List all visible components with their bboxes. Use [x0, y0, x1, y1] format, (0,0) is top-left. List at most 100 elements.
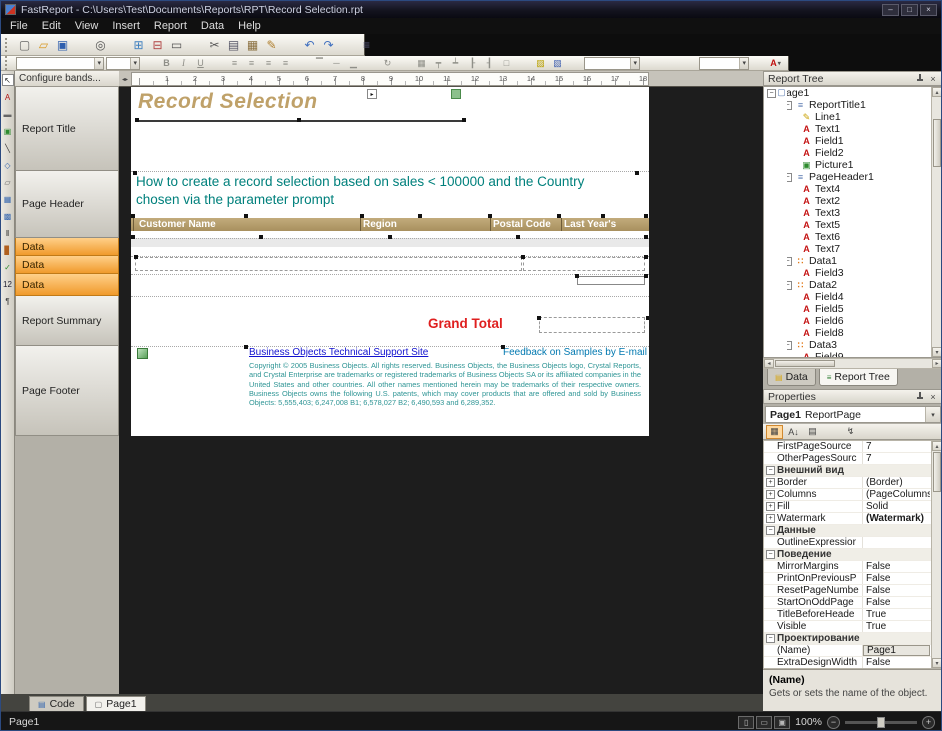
property-row[interactable]: +Watermark(Watermark): [764, 513, 942, 525]
tree-node[interactable]: Text6: [764, 231, 942, 243]
field-placeholder[interactable]: [523, 257, 645, 271]
zoom-in-button[interactable]: +: [922, 716, 935, 729]
band-header[interactable]: Page Footer: [15, 346, 119, 436]
right-border-button[interactable]: ┨: [481, 57, 498, 70]
selection-handle[interactable]: [488, 214, 492, 218]
align-left-button[interactable]: ≡: [226, 57, 243, 70]
band-header[interactable]: Report Title: [15, 87, 119, 171]
selection-handle[interactable]: [418, 214, 422, 218]
tree-node[interactable]: Field6: [764, 315, 942, 327]
property-row[interactable]: StartOnOddPageFalse: [764, 597, 942, 609]
field-placeholder[interactable]: [135, 257, 522, 271]
property-row[interactable]: OtherPagesSourc7: [764, 453, 942, 465]
property-row[interactable]: PrintOnPreviousPFalse: [764, 573, 942, 585]
property-row[interactable]: (Name)Page1: [764, 645, 942, 657]
zoom-100-button[interactable]: ▣: [774, 716, 790, 729]
property-value[interactable]: Solid: [863, 501, 930, 512]
selection-handle[interactable]: [135, 118, 139, 122]
chart-object-tool[interactable]: ▊: [2, 244, 14, 256]
tree-node[interactable]: −Data3: [764, 339, 942, 351]
property-value[interactable]: True: [863, 609, 930, 620]
property-row[interactable]: +Border(Border): [764, 477, 942, 489]
line-object-tool[interactable]: ╲: [2, 142, 14, 154]
selection-handle[interactable]: [131, 235, 135, 239]
align-right-button[interactable]: ≡: [260, 57, 277, 70]
copyright-text[interactable]: Copyright © 2005 Business Objects. All r…: [249, 361, 641, 407]
save-button[interactable]: ▣: [53, 36, 72, 54]
property-value[interactable]: Page1: [863, 645, 930, 656]
paste-button[interactable]: ▦: [243, 36, 262, 54]
property-value[interactable]: False: [863, 573, 930, 584]
tree-node[interactable]: −Data2: [764, 279, 942, 291]
tree-node[interactable]: Text1: [764, 123, 942, 135]
combo-arrow-icon[interactable]: ▾: [925, 407, 940, 422]
selection-handle[interactable]: [133, 171, 137, 175]
report-title-text[interactable]: Record Selection: [138, 90, 318, 114]
property-row[interactable]: ResetPageNumbeFalse: [764, 585, 942, 597]
valign-top-button[interactable]: ▔: [311, 57, 328, 70]
band-tool[interactable]: ▬: [2, 108, 14, 120]
close-button[interactable]: ×: [920, 4, 937, 16]
tree-node[interactable]: Text5: [764, 219, 942, 231]
tree-node[interactable]: Picture1: [764, 159, 942, 171]
document-tab[interactable]: Page1: [86, 696, 146, 711]
preview-button[interactable]: ◎: [91, 36, 110, 54]
property-value[interactable]: (Watermark): [863, 513, 930, 524]
left-border-button[interactable]: ┠: [464, 57, 481, 70]
minimize-button[interactable]: –: [882, 4, 899, 16]
band-header[interactable]: Data: [15, 274, 119, 296]
close-icon[interactable]: ×: [928, 392, 938, 402]
menu-item[interactable]: Edit: [35, 18, 68, 34]
menu-item[interactable]: Data: [194, 18, 231, 34]
menu-item[interactable]: Report: [147, 18, 194, 34]
grand-total-text[interactable]: Grand Total: [428, 316, 503, 331]
property-row[interactable]: +Columns(PageColumns): [764, 489, 942, 501]
property-value[interactable]: False: [863, 657, 930, 668]
column-header-text[interactable]: Customer Name: [139, 219, 216, 230]
selection-handle[interactable]: [134, 255, 138, 259]
selection-handle[interactable]: [244, 345, 248, 349]
checkbox-object-tool[interactable]: ✓: [2, 261, 14, 273]
bold-button[interactable]: B: [158, 57, 175, 70]
zoom-slider[interactable]: [845, 721, 917, 724]
select-tool[interactable]: ↖: [2, 74, 14, 86]
feedback-link[interactable]: Feedback on Samples by E-mail: [503, 347, 647, 358]
property-row[interactable]: −Данные: [764, 525, 942, 537]
format-painter-button[interactable]: ✎: [262, 36, 281, 54]
zoom-page-width-button[interactable]: ▯: [738, 716, 754, 729]
scroll-down-icon[interactable]: ▾: [932, 347, 942, 357]
object-selector[interactable]: Page1 ReportPage ▾: [765, 406, 941, 423]
menu-item[interactable]: View: [68, 18, 106, 34]
scroll-left-icon[interactable]: ◂: [764, 359, 774, 368]
tree-node[interactable]: −ReportTitle1: [764, 99, 942, 111]
tree-node[interactable]: Field3: [764, 267, 942, 279]
add-page-button[interactable]: ⊞: [129, 36, 148, 54]
selection-handle[interactable]: [644, 255, 648, 259]
table-object-tool[interactable]: ▦: [2, 193, 14, 205]
barcode-object-tool[interactable]: ‖: [2, 227, 14, 239]
tree-node[interactable]: Field1: [764, 135, 942, 147]
report-page[interactable]: Record Selection ▸ How to create a recor…: [131, 87, 649, 436]
tree-node[interactable]: Text2: [764, 195, 942, 207]
pin-icon[interactable]: [916, 392, 924, 401]
property-value[interactable]: False: [863, 561, 930, 572]
picture-object-tool[interactable]: ▣: [2, 125, 14, 137]
selection-handle[interactable]: [462, 118, 466, 122]
band-header[interactable]: Report Summary: [15, 296, 119, 346]
selection-handle[interactable]: [360, 214, 364, 218]
property-row[interactable]: OutlineExpressior: [764, 537, 942, 549]
delete-page-button[interactable]: ⊟: [148, 36, 167, 54]
property-value[interactable]: False: [863, 597, 930, 608]
panel-tab[interactable]: Data: [767, 369, 816, 386]
tree-node[interactable]: Field8: [764, 327, 942, 339]
expand-icon[interactable]: −: [766, 466, 775, 475]
fill-color-button[interactable]: ▨: [532, 57, 549, 70]
picture-marker-icon[interactable]: [451, 89, 461, 99]
copy-button[interactable]: ▤: [224, 36, 243, 54]
data-band-row[interactable]: [131, 238, 649, 247]
support-site-link[interactable]: Business Objects Technical Support Site: [249, 347, 428, 358]
valign-bottom-button[interactable]: ▁: [345, 57, 362, 70]
expand-icon[interactable]: +: [766, 514, 775, 523]
column-header-text[interactable]: Region: [363, 219, 397, 230]
toolbar-grip[interactable]: [5, 56, 10, 70]
